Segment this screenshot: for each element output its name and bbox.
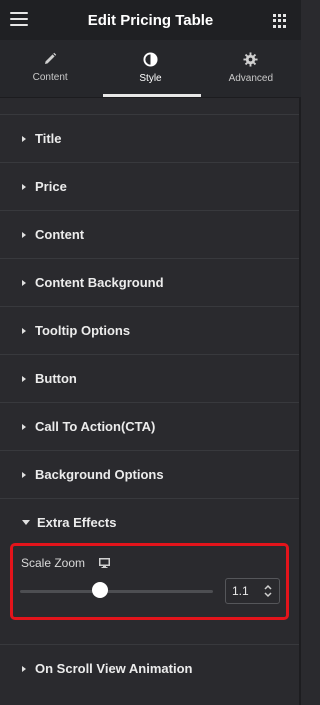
caret-right-icon — [22, 279, 26, 286]
section-label: Title — [35, 131, 62, 146]
section-label: Button — [35, 371, 77, 386]
section-title[interactable]: Title — [0, 114, 301, 162]
section-list: Title Price Content Content Background T… — [0, 114, 301, 546]
section-label: On Scroll View Animation — [35, 661, 193, 676]
scale-zoom-label: Scale Zoom — [21, 556, 86, 570]
caret-right-icon — [22, 327, 26, 334]
tab-content[interactable]: Content — [0, 40, 100, 97]
page-title: Edit Pricing Table — [87, 11, 214, 29]
grid-icon[interactable] — [273, 14, 287, 28]
panel-header: Edit Pricing Table — [0, 0, 301, 40]
section-label: Price — [35, 179, 67, 194]
hamburger-icon[interactable] — [10, 12, 28, 28]
section-label: Tooltip Options — [35, 323, 131, 338]
stepper-icon[interactable] — [263, 583, 273, 599]
section-content-background[interactable]: Content Background — [0, 258, 301, 306]
tab-style[interactable]: Style — [100, 40, 201, 97]
scale-zoom-value: 1.1 — [232, 584, 249, 598]
section-label: Content Background — [35, 275, 164, 290]
monitor-icon[interactable] — [99, 558, 110, 568]
pencil-icon — [45, 52, 57, 64]
section-tooltip-options[interactable]: Tooltip Options — [0, 306, 301, 354]
section-label: Call To Action(CTA) — [35, 419, 156, 434]
section-on-scroll-view-animation[interactable]: On Scroll View Animation — [0, 644, 301, 692]
section-background-options[interactable]: Background Options — [0, 450, 301, 498]
tab-advanced[interactable]: Advanced — [201, 40, 301, 97]
section-price[interactable]: Price — [0, 162, 301, 210]
section-label: Content — [35, 227, 85, 242]
caret-down-icon — [22, 520, 30, 525]
caret-right-icon — [22, 423, 26, 430]
slider-thumb[interactable] — [92, 582, 108, 598]
scale-zoom-slider[interactable] — [20, 590, 213, 593]
caret-right-icon — [22, 231, 26, 238]
gear-icon — [243, 52, 258, 67]
tab-bar: Content Style Advanced — [0, 40, 301, 97]
tab-advanced-label: Advanced — [228, 73, 274, 84]
scale-zoom-input[interactable]: 1.1 — [225, 578, 280, 604]
tab-content-label: Content — [32, 72, 68, 83]
tab-style-label: Style — [139, 73, 162, 84]
caret-right-icon — [22, 665, 26, 672]
caret-right-icon — [22, 183, 26, 190]
caret-right-icon — [22, 471, 26, 478]
section-call-to-action[interactable]: Call To Action(CTA) — [0, 402, 301, 450]
contrast-icon — [143, 52, 158, 67]
caret-right-icon — [22, 375, 26, 382]
section-button[interactable]: Button — [0, 354, 301, 402]
section-label: Background Options — [35, 467, 164, 482]
caret-right-icon — [22, 135, 26, 142]
scale-zoom-control: Scale Zoom 1.1 — [10, 543, 289, 620]
section-label: Extra Effects — [37, 515, 117, 530]
scrollbar[interactable] — [299, 97, 301, 705]
section-extra-effects[interactable]: Extra Effects — [0, 498, 301, 546]
divider — [0, 97, 301, 98]
section-content[interactable]: Content — [0, 210, 301, 258]
